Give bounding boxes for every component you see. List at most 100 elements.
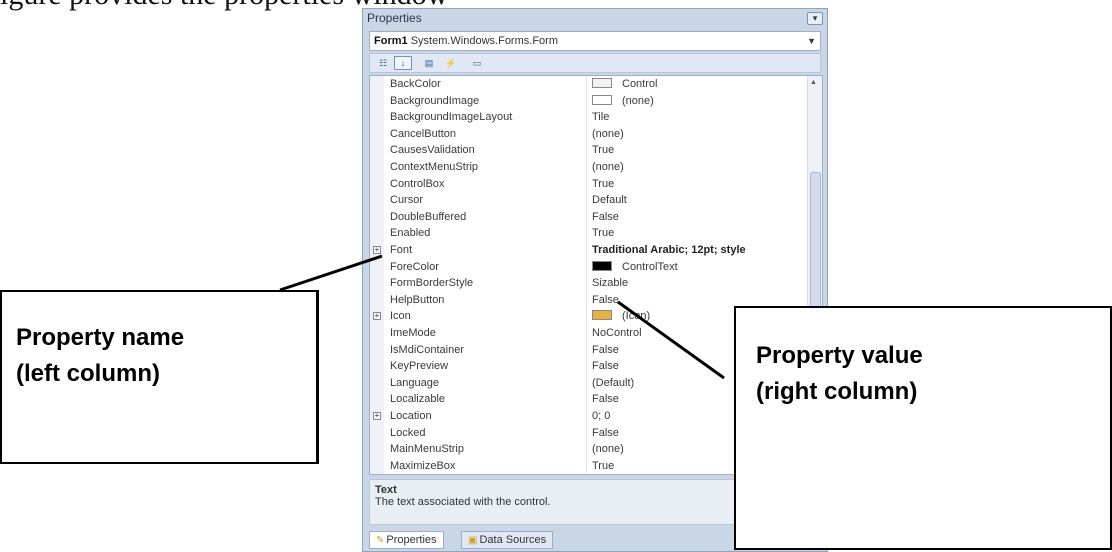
expand-icon[interactable]: + (373, 312, 381, 321)
property-value[interactable]: Default (592, 192, 627, 209)
property-value[interactable]: True (592, 176, 614, 193)
property-row[interactable]: FormBorderStyle Sizable (370, 275, 808, 292)
property-value[interactable]: (none) (592, 159, 624, 176)
property-value[interactable]: (none) (592, 93, 654, 110)
property-value[interactable]: Sizable (592, 275, 628, 292)
property-value-text: (none) (592, 443, 624, 456)
property-value[interactable]: ControlText (592, 259, 678, 276)
property-value[interactable]: True (592, 225, 614, 242)
property-name: BackColor (390, 78, 441, 90)
property-value-text: (none) (592, 127, 624, 140)
property-pages-icon[interactable]: ▭ (468, 56, 486, 70)
property-value-text: Default (592, 194, 627, 207)
property-value-text: Sizable (592, 277, 629, 290)
events-icon[interactable]: ⚡ (442, 56, 460, 70)
property-value[interactable]: False (592, 358, 619, 375)
property-row[interactable]: DoubleBuffered False (370, 209, 808, 226)
tab-properties-label: Properties (386, 534, 437, 546)
expand-icon[interactable]: + (373, 246, 381, 254)
color-swatch-icon (592, 260, 612, 271)
window-options-button[interactable]: ▾ (807, 12, 823, 25)
properties-tab-icon: ✎ (376, 535, 385, 546)
property-value-text: NoControl (592, 327, 642, 339)
property-row[interactable]: ControlBox True (370, 176, 808, 193)
property-row[interactable]: Cursor Default (370, 192, 808, 209)
property-value-text: Control (622, 78, 658, 90)
property-value[interactable]: False (592, 391, 619, 408)
property-value-text: False (592, 393, 619, 406)
property-value-text: False (592, 293, 619, 306)
property-value[interactable]: (Default) (592, 375, 634, 392)
property-value[interactable]: (none) (592, 441, 624, 458)
property-row[interactable]: ForeColor ControlText (370, 259, 808, 276)
property-name: Icon (390, 310, 411, 323)
alphabetical-icon[interactable]: ↓ (394, 56, 412, 70)
property-name: Locked (390, 426, 426, 439)
property-name: MainMenuStrip (390, 443, 464, 456)
property-name: Font (390, 244, 413, 256)
property-value[interactable]: 0; 0 (592, 408, 610, 425)
chevron-down-icon: ▼ (807, 36, 816, 46)
expand-icon[interactable]: + (373, 412, 381, 420)
object-selector[interactable]: Form1 System.Windows.Forms.Form ▼ (369, 31, 821, 51)
property-value-text: False (592, 426, 619, 439)
property-row[interactable]: ContextMenuStrip (none) (370, 159, 808, 176)
property-name: ImeMode (390, 327, 436, 339)
property-value-text: (Icon) (622, 310, 651, 323)
property-value-text: Traditional Arabic; 12pt; style (592, 244, 746, 256)
property-value[interactable]: True (592, 142, 614, 159)
property-value-text: (none) (592, 161, 624, 173)
object-name: Form1 (374, 35, 408, 47)
property-name: DoubleBuffered (390, 210, 467, 223)
properties-toolbar: ☷ ↓ ▤ ⚡ ▭ (369, 53, 821, 73)
property-name: ForeColor (390, 260, 439, 273)
color-swatch-icon (592, 78, 612, 88)
property-value-text: True (592, 177, 615, 190)
property-value[interactable]: Traditional Arabic; 12pt; style (592, 242, 746, 259)
property-name: HelpButton (390, 293, 445, 306)
property-value[interactable]: False (592, 342, 619, 359)
callout-property-name: Property name (left column) (0, 290, 318, 464)
property-value-text: 0; 0 (592, 410, 611, 422)
property-name: BackgroundImage (390, 94, 480, 107)
property-value-text: False (592, 343, 619, 356)
data-sources-tab-icon: ▣ (468, 535, 478, 546)
property-value[interactable]: NoControl (592, 325, 642, 342)
property-name: CancelButton (390, 127, 457, 140)
property-name: FormBorderStyle (390, 277, 474, 290)
property-value[interactable]: True (592, 458, 614, 474)
property-name: Enabled (390, 227, 431, 240)
color-swatch-icon (592, 94, 612, 105)
property-name: KeyPreview (390, 360, 449, 373)
property-row[interactable]: Enabled True (370, 225, 808, 242)
property-value[interactable]: False (592, 425, 619, 442)
tab-properties[interactable]: ✎ Properties (369, 531, 444, 549)
property-value-text: True (592, 227, 615, 240)
property-name: BackgroundImageLayout (390, 111, 513, 124)
property-value[interactable]: Tile (592, 109, 609, 126)
callout-property-value-text: Property value (right column) (756, 342, 923, 405)
property-row[interactable]: BackgroundImage (none) (370, 93, 808, 110)
property-value[interactable]: Control (592, 76, 657, 93)
property-row[interactable]: BackColor Control (370, 76, 808, 93)
property-row[interactable]: CausesValidation True (370, 142, 808, 159)
scroll-up-icon[interactable]: ▲ (810, 79, 817, 86)
property-row[interactable]: CancelButton (none) (370, 126, 808, 143)
property-name: Location (390, 410, 432, 422)
property-value[interactable]: (Icon) (592, 308, 650, 325)
categorized-icon[interactable]: ☷ (374, 56, 392, 70)
property-value-text: False (592, 360, 619, 373)
property-row[interactable]: + Font Traditional Arabic; 12pt; style (370, 242, 808, 259)
properties-icon[interactable]: ▤ (420, 56, 438, 70)
tab-data-sources[interactable]: ▣ Data Sources (461, 531, 554, 549)
property-value-text: Tile (592, 111, 610, 124)
property-name: ControlBox (390, 177, 445, 190)
property-row[interactable]: BackgroundImageLayout Tile (370, 109, 808, 126)
color-swatch-icon (592, 310, 612, 321)
property-value[interactable]: False (592, 292, 619, 309)
property-value-text: (Default) (592, 376, 635, 389)
property-value[interactable]: (none) (592, 126, 624, 143)
properties-title: Properties (367, 11, 422, 25)
property-value[interactable]: False (592, 209, 619, 226)
property-name: IsMdiContainer (390, 343, 464, 356)
